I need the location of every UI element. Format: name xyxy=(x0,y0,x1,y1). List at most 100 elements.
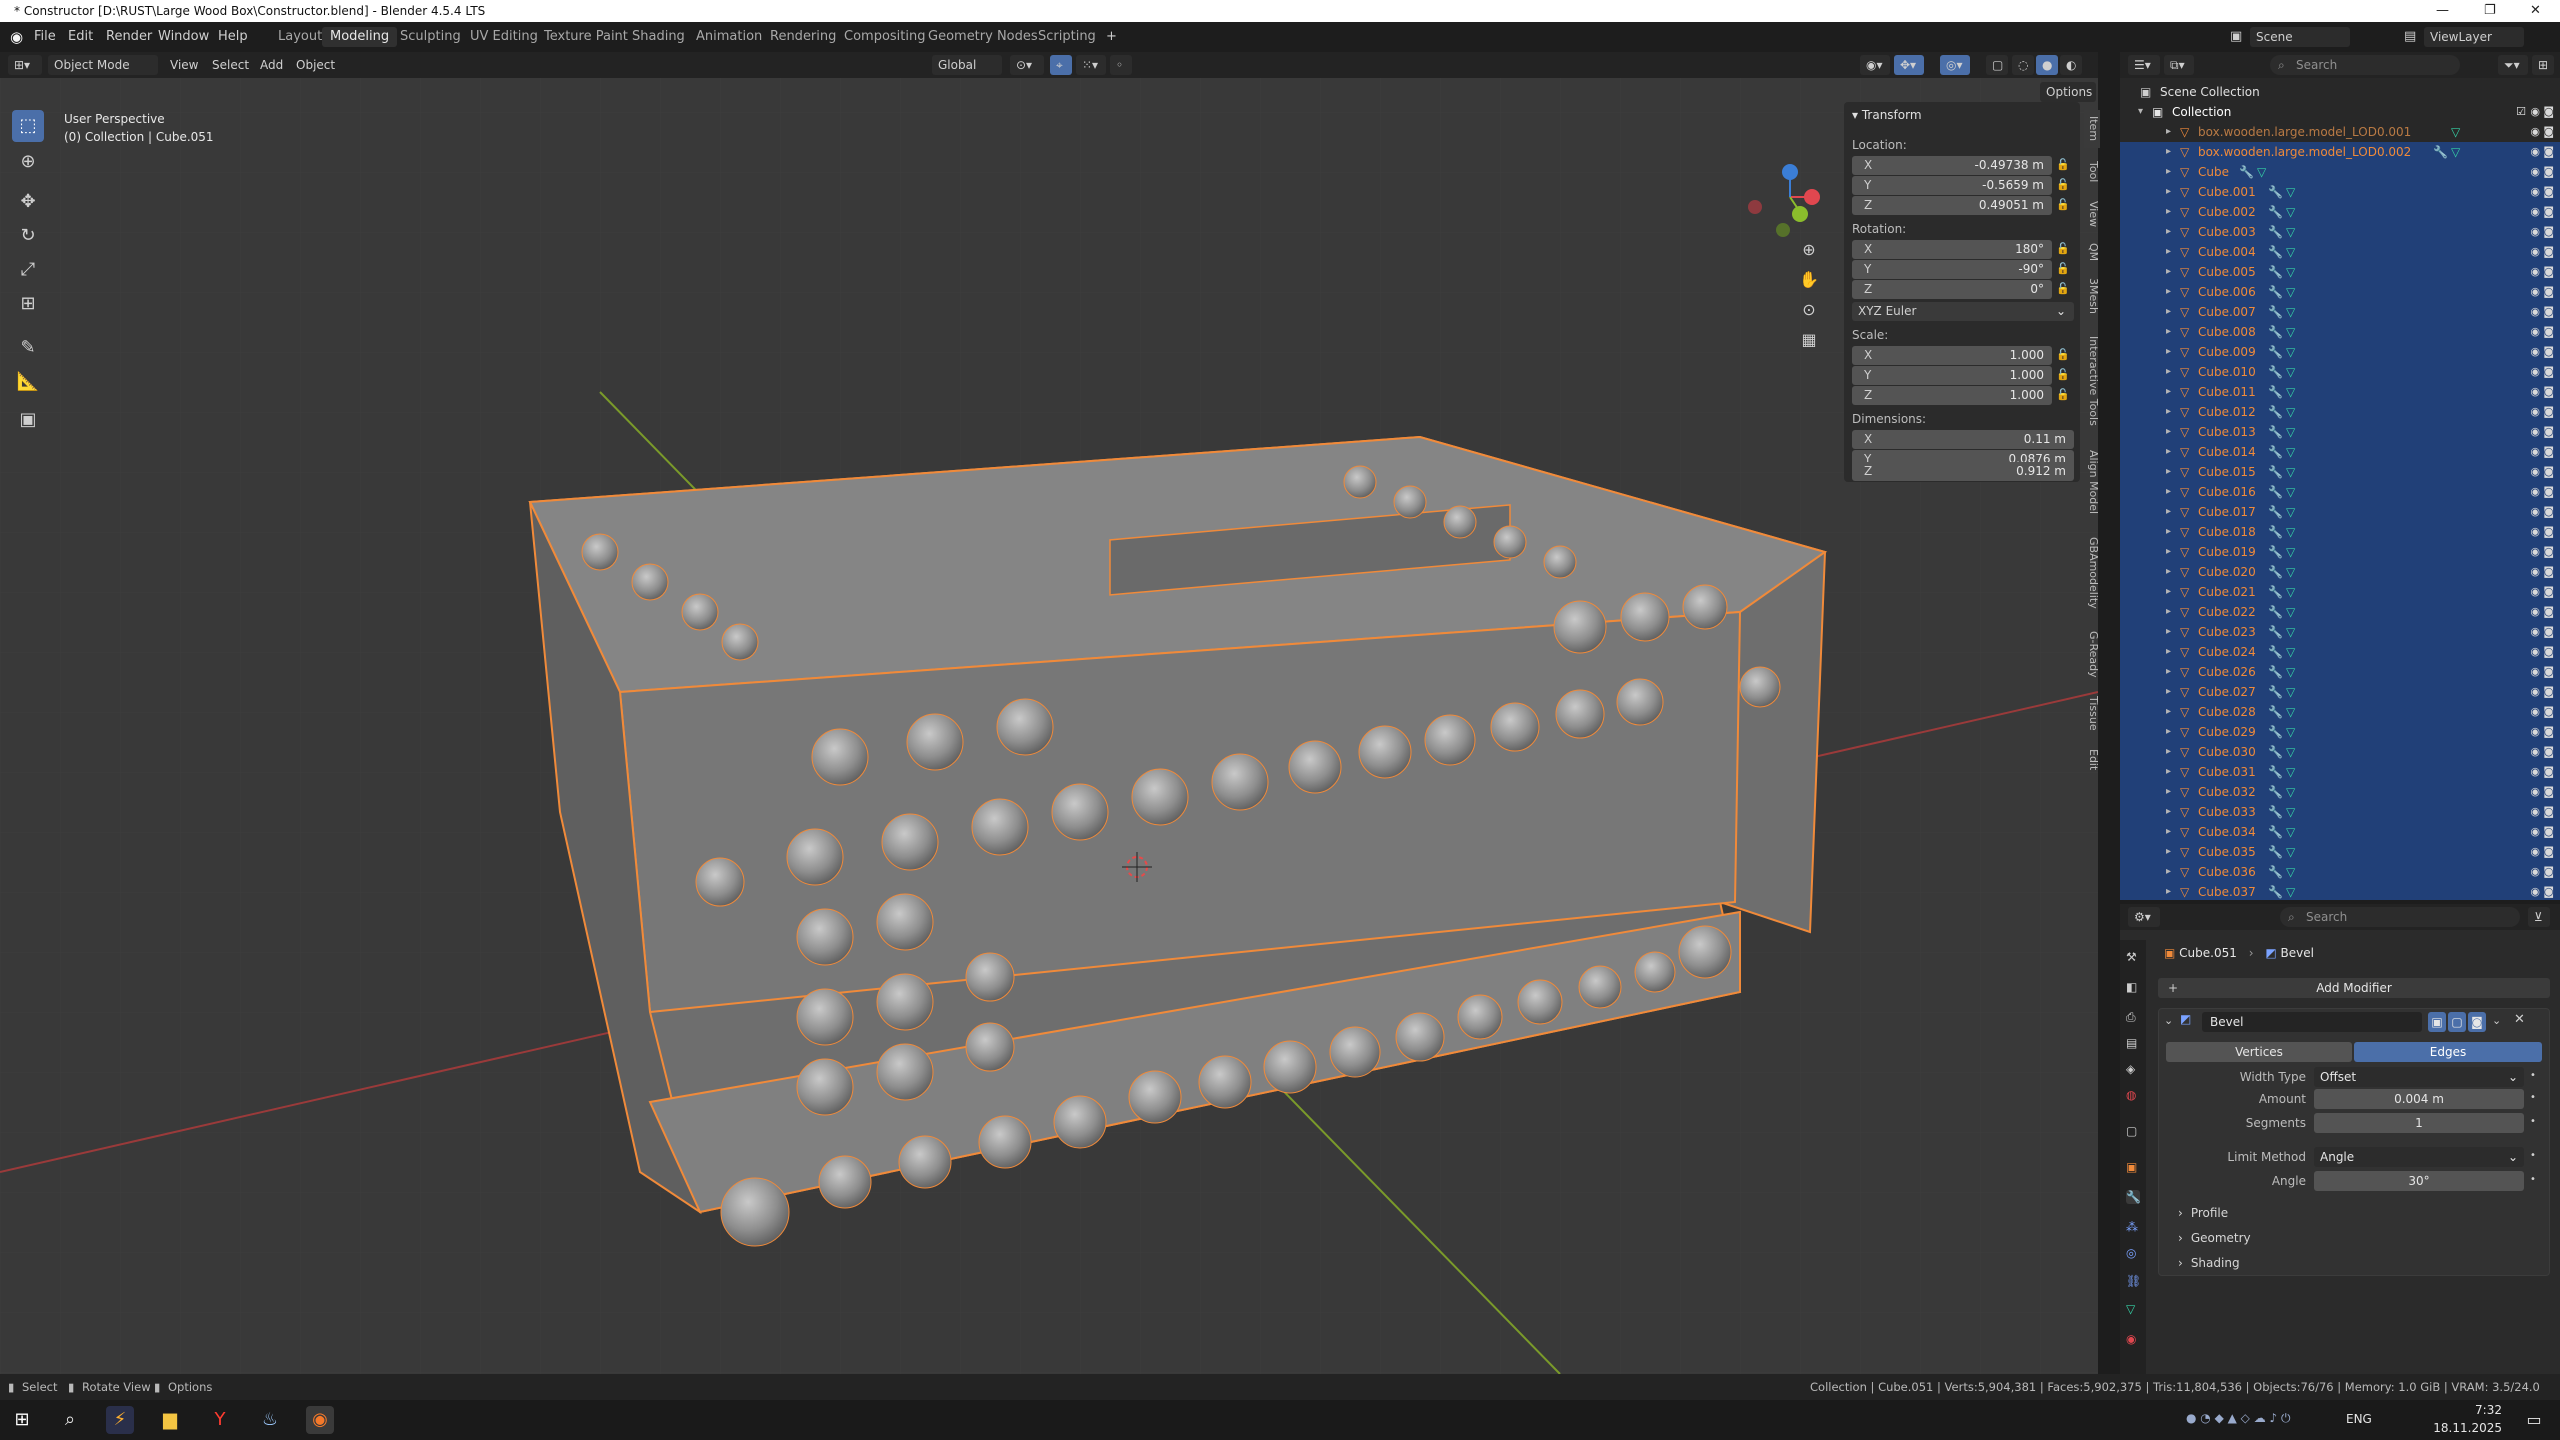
overlay-toggle-icon[interactable]: ◎▾ xyxy=(1940,55,1970,75)
eye-icon[interactable]: ◉ xyxy=(2530,302,2540,322)
annotate-tool-icon[interactable]: ✎ xyxy=(12,332,44,364)
wireframe-shading-icon[interactable]: ◌ xyxy=(2012,55,2034,75)
rotation-y-field[interactable]: Y -90° xyxy=(1852,260,2052,279)
outliner-item[interactable]: ▸ ▽ box.wooden.large.model_LOD0.001 ◉ ◙ ▽ xyxy=(2120,122,2560,142)
chevron-right-icon[interactable]: ▸ xyxy=(2166,362,2171,382)
chevron-right-icon[interactable]: ▸ xyxy=(2166,222,2171,242)
keyframe-dot-icon[interactable]: • xyxy=(2530,1150,2536,1161)
clock-time[interactable]: 7:32 xyxy=(2426,1403,2502,1417)
cursor-tool-icon[interactable]: ⊕ xyxy=(12,146,44,178)
3d-viewport[interactable]: ⊞▾ Object Mode View Select Add Object Gl… xyxy=(0,52,2098,1374)
camera-icon[interactable]: ◙ xyxy=(2543,462,2554,482)
edit-mode-toggle-icon[interactable]: ▣ xyxy=(2428,1012,2446,1032)
eye-icon[interactable]: ◉ xyxy=(2530,642,2540,662)
camera-icon[interactable]: ◙ xyxy=(2543,662,2554,682)
select-box-tool-icon[interactable]: ⬚ xyxy=(12,110,44,142)
camera-icon[interactable]: ◙ xyxy=(2543,482,2554,502)
eye-icon[interactable]: ◉ xyxy=(2530,502,2540,522)
chevron-right-icon[interactable]: ▸ xyxy=(2166,542,2171,562)
camera-icon[interactable]: ◙ xyxy=(2543,402,2554,422)
outliner-item[interactable]: ▸ ▽ Cube.001 ◉ ◙ 🔧 ▽ xyxy=(2120,182,2560,202)
chevron-right-icon[interactable]: ▸ xyxy=(2166,522,2171,542)
display-mode-icon[interactable]: ⧉▾ xyxy=(2164,55,2194,75)
tab-shading[interactable]: Shading xyxy=(624,27,693,47)
camera-icon[interactable]: ◙ xyxy=(2543,522,2554,542)
camera-icon[interactable]: ◙ xyxy=(2543,382,2554,402)
limit-method-dropdown[interactable]: Angle ⌄ xyxy=(2314,1147,2524,1167)
tab-item[interactable]: Item xyxy=(2084,110,2100,148)
tab-view[interactable]: View xyxy=(2084,196,2100,232)
camera-icon[interactable]: ◙ xyxy=(2543,142,2554,162)
outliner-item[interactable]: ▸ ▽ Cube.009 ◉ ◙ 🔧 ▽ xyxy=(2120,342,2560,362)
location-z-field[interactable]: Z 0.49051 m xyxy=(1852,196,2052,215)
eye-icon[interactable]: ◉ xyxy=(2530,662,2540,682)
camera-icon[interactable]: ◙ xyxy=(2543,842,2554,862)
outliner-item[interactable]: ▸ ▽ Cube.029 ◉ ◙ 🔧 ▽ xyxy=(2120,722,2560,742)
add-cube-tool-icon[interactable]: ▣ xyxy=(12,404,44,436)
maximize-button[interactable]: ❐ xyxy=(2484,0,2496,22)
camera-icon[interactable]: ◙ xyxy=(2543,602,2554,622)
lock-icon[interactable]: 🔓 xyxy=(2056,388,2070,402)
eye-icon[interactable]: ◉ xyxy=(2530,782,2540,802)
xray-icon[interactable]: ▢ xyxy=(1986,55,2008,75)
chevron-down-icon[interactable]: ⌄ xyxy=(2164,1014,2173,1027)
minimize-button[interactable]: — xyxy=(2436,0,2449,22)
outliner-item[interactable]: ▸ ▽ Cube.034 ◉ ◙ 🔧 ▽ xyxy=(2120,822,2560,842)
outliner-item[interactable]: ▸ ▽ Cube ◉ ◙ 🔧 ▽ xyxy=(2120,162,2560,182)
modifier-menu-icon[interactable]: ⌄ xyxy=(2492,1014,2501,1027)
close-button[interactable]: ✕ xyxy=(2530,0,2541,22)
chevron-right-icon[interactable]: ▸ xyxy=(2166,622,2171,642)
properties-search-input[interactable]: ⌕ Search xyxy=(2280,907,2520,927)
camera-view-icon[interactable]: ⊙ xyxy=(1796,300,1822,326)
zoom-icon[interactable]: ⊕ xyxy=(1796,240,1822,266)
outliner-item[interactable]: ▸ ▽ Cube.022 ◉ ◙ 🔧 ▽ xyxy=(2120,602,2560,622)
language-indicator[interactable]: ENG xyxy=(2346,1412,2372,1426)
eye-icon[interactable]: ◉ xyxy=(2530,622,2540,642)
chevron-right-icon[interactable]: ▸ xyxy=(2166,262,2171,282)
chevron-right-icon[interactable]: ▸ xyxy=(2166,722,2171,742)
search-icon[interactable]: ⌕ xyxy=(56,1406,84,1434)
amount-field[interactable]: 0.004 m xyxy=(2314,1089,2524,1109)
menu-select[interactable]: Select xyxy=(212,52,249,78)
solid-shading-icon[interactable]: ● xyxy=(2036,55,2058,75)
eye-icon[interactable]: ◉ xyxy=(2530,242,2540,262)
tab-edit[interactable]: Edit xyxy=(2084,742,2100,778)
eye-icon[interactable]: ◉ xyxy=(2530,562,2540,582)
chevron-right-icon[interactable]: ▸ xyxy=(2166,882,2171,900)
chevron-right-icon[interactable]: ▸ xyxy=(2166,862,2171,882)
mode-selector[interactable]: Object Mode xyxy=(48,55,158,75)
pin-icon[interactable]: ⊻ xyxy=(2528,907,2550,927)
eye-icon[interactable]: ◉ xyxy=(2530,462,2540,482)
camera-icon[interactable]: ◙ xyxy=(2543,622,2554,642)
render-tab-icon[interactable]: ◧ xyxy=(2126,980,2140,994)
yandex-browser-icon[interactable]: Y xyxy=(206,1406,234,1434)
scale-y-field[interactable]: Y 1.000 xyxy=(1852,366,2052,385)
chevron-right-icon[interactable]: ▸ xyxy=(2166,142,2171,162)
segments-field[interactable]: 1 xyxy=(2314,1113,2524,1133)
chevron-right-icon[interactable]: ▸ xyxy=(2166,762,2171,782)
affect-edges-button[interactable]: Edges xyxy=(2354,1042,2542,1062)
collection-tab-icon[interactable]: ▢ xyxy=(2126,1124,2140,1138)
camera-icon[interactable]: ◙ xyxy=(2543,562,2554,582)
outliner-item[interactable]: ▸ ▽ Cube.026 ◉ ◙ 🔧 ▽ xyxy=(2120,662,2560,682)
camera-icon[interactable]: ◙ xyxy=(2543,682,2554,702)
outliner-item[interactable]: ▸ ▽ Cube.010 ◉ ◙ 🔧 ▽ xyxy=(2120,362,2560,382)
lock-icon[interactable]: 🔓 xyxy=(2056,242,2070,256)
tab-scripting[interactable]: Scripting xyxy=(1030,27,1104,47)
camera-icon[interactable]: ◙ xyxy=(2543,502,2554,522)
tab-animation[interactable]: Animation xyxy=(688,27,770,47)
chevron-right-icon[interactable]: ▸ xyxy=(2166,242,2171,262)
menu-render[interactable]: Render xyxy=(106,22,152,52)
chevron-right-icon[interactable]: ▸ xyxy=(2166,602,2171,622)
chevron-right-icon[interactable]: ▸ xyxy=(2166,202,2171,222)
keyframe-dot-icon[interactable]: • xyxy=(2530,1116,2536,1127)
outliner-item[interactable]: ▸ ▽ Cube.003 ◉ ◙ 🔧 ▽ xyxy=(2120,222,2560,242)
outliner-search-input[interactable]: ⌕ Search xyxy=(2270,55,2460,75)
chevron-right-icon[interactable]: ▸ xyxy=(2166,302,2171,322)
outliner-item[interactable]: ▸ ▽ Cube.035 ◉ ◙ 🔧 ▽ xyxy=(2120,842,2560,862)
outliner-item[interactable]: ▸ ▽ Cube.020 ◉ ◙ 🔧 ▽ xyxy=(2120,562,2560,582)
lock-icon[interactable]: 🔓 xyxy=(2056,368,2070,382)
outliner-item[interactable]: ▸ ▽ Cube.021 ◉ ◙ 🔧 ▽ xyxy=(2120,582,2560,602)
tab-qm[interactable]: QM xyxy=(2084,238,2100,266)
outliner-item[interactable]: ▸ ▽ Cube.002 ◉ ◙ 🔧 ▽ xyxy=(2120,202,2560,222)
